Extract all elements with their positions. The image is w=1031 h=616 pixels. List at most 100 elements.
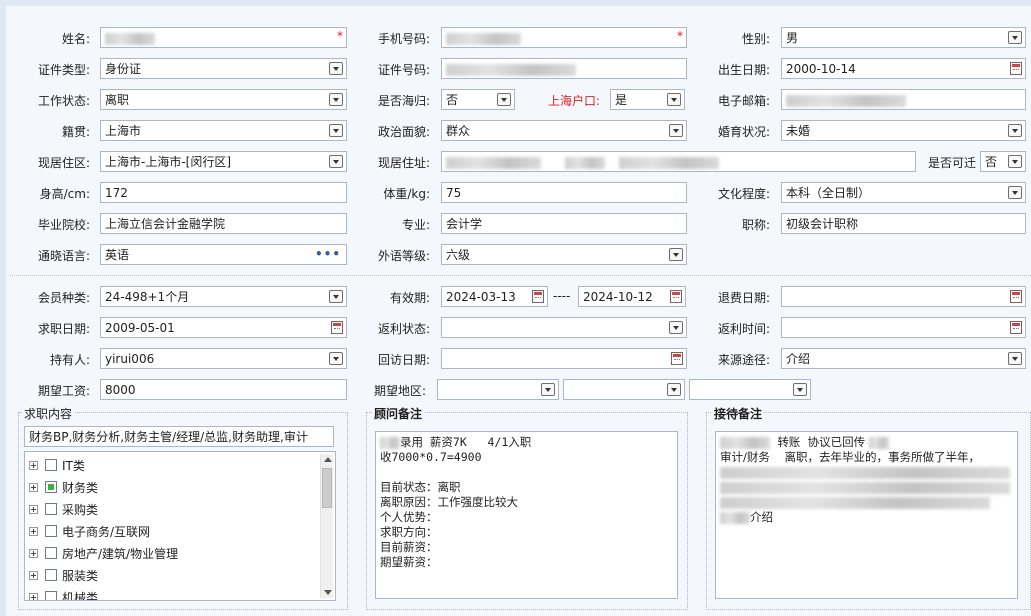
gender-select[interactable]: 男 <box>781 27 1026 48</box>
expand-icon[interactable] <box>29 482 38 492</box>
name-field[interactable]: * <box>100 27 347 48</box>
chevron-down-icon[interactable] <box>1008 186 1022 199</box>
chevron-down-icon[interactable] <box>329 290 343 303</box>
birth-date-field[interactable]: 2000-10-14 <box>781 58 1026 79</box>
expand-icon[interactable] <box>29 548 38 558</box>
education-select[interactable]: 本科（全日制） <box>781 182 1026 203</box>
current-area-select[interactable]: 上海市-上海市-[闵行区] <box>100 151 347 172</box>
relocatable-select[interactable]: 否 <box>980 151 1026 172</box>
scroll-up-icon[interactable] <box>324 457 332 462</box>
chevron-down-icon[interactable] <box>329 62 343 75</box>
chevron-down-icon[interactable] <box>329 352 343 365</box>
expected-area-city[interactable] <box>563 379 685 400</box>
calendar-icon[interactable] <box>1010 62 1022 75</box>
expected-area-district[interactable] <box>689 379 811 400</box>
checkbox[interactable] <box>45 569 57 581</box>
tree-item-apparel[interactable]: 服装类 <box>29 565 98 585</box>
calendar-icon[interactable] <box>670 290 682 303</box>
tree-item-finance[interactable]: 财务类 <box>29 477 98 497</box>
expand-icon[interactable] <box>29 526 38 536</box>
job-summary-field[interactable]: 财务BP,财务分析,财务主管/经理/总监,财务助理,审计 <box>24 426 334 447</box>
email-field[interactable] <box>781 89 1026 110</box>
rebate-time-label: 返利时间: <box>717 322 770 336</box>
chevron-down-icon[interactable] <box>329 124 343 137</box>
scroll-down-icon[interactable] <box>324 590 332 595</box>
tree-item-it[interactable]: IT类 <box>29 455 85 475</box>
major-field[interactable]: 会计学 <box>441 213 687 234</box>
work-status-select[interactable]: 离职 <box>100 89 347 110</box>
redacted-text <box>618 156 719 169</box>
expand-icon[interactable] <box>29 570 38 580</box>
tree-scrollbar[interactable] <box>320 454 333 598</box>
holder-select[interactable]: yirui006 <box>100 348 347 369</box>
checkbox[interactable] <box>45 459 57 471</box>
chevron-down-icon[interactable] <box>793 383 807 396</box>
weight-field[interactable]: 75 <box>441 182 687 203</box>
calendar-icon[interactable] <box>1010 290 1022 303</box>
returnee-select[interactable]: 否 <box>441 89 515 110</box>
chevron-down-icon[interactable] <box>541 383 555 396</box>
rebate-status-select[interactable] <box>441 317 687 338</box>
relocatable-label: 是否可迁 <box>927 156 976 170</box>
school-field[interactable]: 上海立信会计金融学院 <box>100 213 347 234</box>
id-number-field[interactable] <box>441 58 687 79</box>
chevron-down-icon[interactable] <box>669 321 683 334</box>
chevron-down-icon[interactable] <box>1008 124 1022 137</box>
current-address-field[interactable] <box>441 151 916 172</box>
checkbox-partial[interactable] <box>45 481 57 493</box>
source-select[interactable]: 介绍 <box>781 348 1026 369</box>
calendar-icon[interactable] <box>671 352 683 365</box>
tree-item-ecommerce[interactable]: 电子商务/互联网 <box>29 521 150 541</box>
expand-icon[interactable] <box>29 504 38 514</box>
height-field[interactable]: 172 <box>100 182 347 203</box>
valid-start-field[interactable]: 2024-03-13 <box>441 286 548 307</box>
note-line: 个人优势： <box>380 510 438 524</box>
tree-item-machinery[interactable]: 机械类 <box>29 587 98 600</box>
political-select[interactable]: 群众 <box>441 120 687 141</box>
chevron-down-icon[interactable] <box>329 155 343 168</box>
job-category-tree[interactable]: IT类 财务类 采购类 电子商务/互联网 房地产/建筑/物业管理 服装类 机械类 <box>24 451 336 601</box>
native-place-select[interactable]: 上海市 <box>100 120 347 141</box>
holder-value: yirui006 <box>105 352 155 366</box>
chevron-down-icon[interactable] <box>669 248 683 261</box>
phone-field[interactable]: * <box>441 27 687 48</box>
expected-area-province[interactable] <box>437 379 559 400</box>
shanghai-hukou-select[interactable]: 是 <box>610 89 685 110</box>
valid-end-field[interactable]: 2024-10-12 <box>578 286 686 307</box>
id-type-select[interactable]: 身份证 <box>100 58 347 79</box>
calendar-icon[interactable] <box>331 321 343 334</box>
more-icon[interactable]: ••• <box>315 246 341 262</box>
checkbox[interactable] <box>45 503 57 515</box>
redacted-text <box>380 436 400 449</box>
marital-select[interactable]: 未婚 <box>781 120 1026 141</box>
checkbox[interactable] <box>45 591 57 600</box>
visit-date-field[interactable] <box>441 348 687 369</box>
advisor-notes-textarea[interactable]: 录用 薪资7K 4/1入职 收7000*0.7=4900 目前状态：离职 离职原… <box>375 431 678 599</box>
chevron-down-icon[interactable] <box>1008 352 1022 365</box>
tree-item-realestate[interactable]: 房地产/建筑/物业管理 <box>29 543 178 563</box>
chevron-down-icon[interactable] <box>329 93 343 106</box>
expected-salary-field[interactable]: 8000 <box>100 379 347 400</box>
scroll-thumb[interactable] <box>322 468 332 508</box>
tree-item-purchasing[interactable]: 采购类 <box>29 499 98 519</box>
chevron-down-icon[interactable] <box>1008 155 1022 168</box>
chevron-down-icon[interactable] <box>497 93 511 106</box>
chevron-down-icon[interactable] <box>1008 31 1022 44</box>
foreign-level-select[interactable]: 六级 <box>441 244 687 265</box>
refund-date-field[interactable] <box>781 286 1026 307</box>
rebate-time-field[interactable] <box>781 317 1026 338</box>
job-date-field[interactable]: 2009-05-01 <box>100 317 347 338</box>
expand-icon[interactable] <box>29 592 38 600</box>
calendar-icon[interactable] <box>532 290 544 303</box>
calendar-icon[interactable] <box>1010 321 1022 334</box>
title-field[interactable]: 初级会计职称 <box>781 213 1026 234</box>
chevron-down-icon[interactable] <box>667 93 681 106</box>
reception-notes-textarea[interactable]: 转账 协议已回传 审计/财务 离职，去年毕业的，事务所做了半年， 介绍 <box>715 431 1018 599</box>
checkbox[interactable] <box>45 547 57 559</box>
checkbox[interactable] <box>45 525 57 537</box>
chevron-down-icon[interactable] <box>669 124 683 137</box>
language-field[interactable]: 英语 ••• <box>100 244 347 265</box>
chevron-down-icon[interactable] <box>667 383 681 396</box>
expand-icon[interactable] <box>29 460 38 470</box>
member-type-select[interactable]: 24-498+1个月 <box>100 286 347 307</box>
